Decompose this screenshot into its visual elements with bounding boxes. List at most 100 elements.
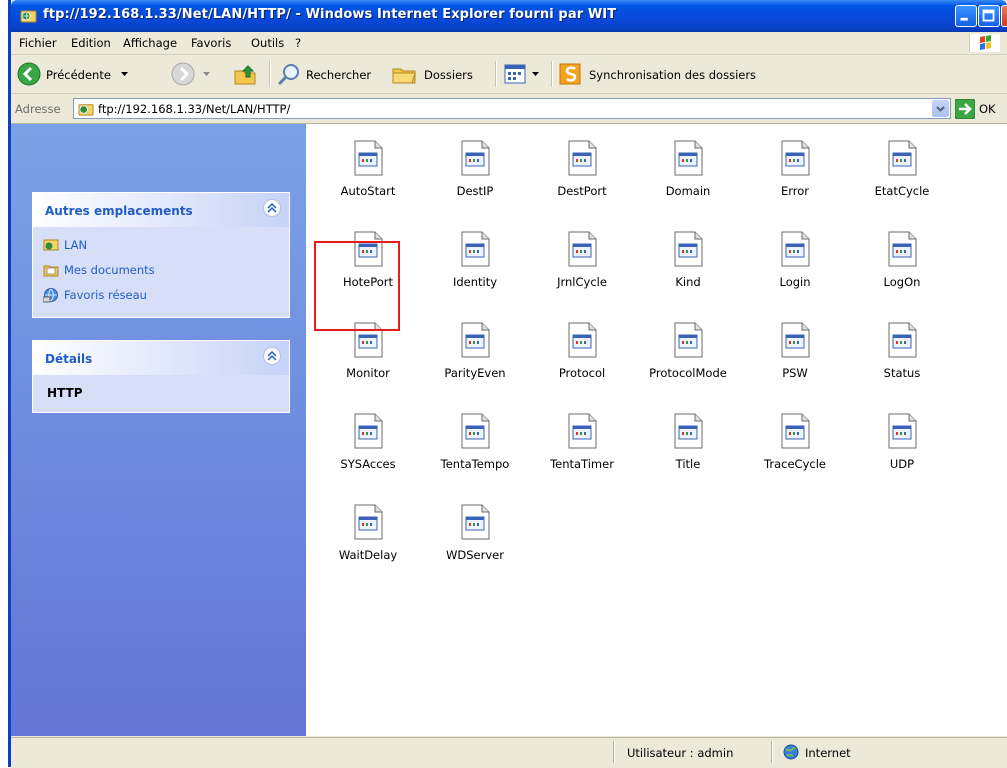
file-item[interactable]: DestPort [527, 140, 637, 222]
file-item[interactable]: JrnlCycle [527, 231, 637, 313]
collapse-button[interactable] [263, 199, 281, 217]
collapse-button[interactable] [263, 347, 281, 365]
internet-zone-icon [783, 744, 799, 760]
file-item[interactable]: Protocol [527, 322, 637, 404]
file-icon [674, 140, 703, 176]
file-item[interactable]: ProtocolMode [633, 322, 743, 404]
file-item[interactable]: TentaTempo [420, 413, 530, 495]
chevron-down-icon[interactable] [532, 72, 539, 76]
menu-outils[interactable]: Outils [251, 36, 284, 50]
panel-header[interactable]: Autres emplacements [33, 193, 289, 227]
file-icon [888, 322, 917, 358]
file-item[interactable]: TraceCycle [740, 413, 850, 495]
file-name: WDServer [446, 548, 504, 562]
file-icon [568, 322, 597, 358]
menu-affichage[interactable]: Affichage [123, 36, 177, 50]
file-icon [781, 413, 810, 449]
file-icon [781, 231, 810, 267]
file-name: SYSAcces [340, 457, 396, 471]
file-item[interactable]: DestIP [420, 140, 530, 222]
file-item[interactable]: Login [740, 231, 850, 313]
views-button[interactable] [503, 60, 543, 88]
toolbar: Précédente Rechercher Dossiers Synchroni… [11, 55, 1007, 94]
menu-favoris[interactable]: Favoris [191, 36, 231, 50]
title-bar[interactable]: ftp://192.168.1.33/Net/LAN/HTTP/ - Windo… [11, 0, 1007, 32]
search-icon [277, 64, 299, 86]
file-item[interactable]: WaitDelay [313, 504, 423, 586]
file-icon [354, 140, 383, 176]
file-item[interactable]: PSW [740, 322, 850, 404]
chevron-down-icon[interactable] [121, 72, 128, 76]
chevron-down-icon[interactable] [203, 72, 210, 76]
folders-button[interactable]: Dossiers [391, 60, 487, 88]
file-name: ProtocolMode [649, 366, 727, 380]
explorer-window: ftp://192.168.1.33/Net/LAN/HTTP/ - Windo… [8, 0, 1007, 768]
file-name: TraceCycle [764, 457, 826, 471]
separator [495, 61, 497, 87]
file-item[interactable]: ParityEven [420, 322, 530, 404]
file-item[interactable]: Title [633, 413, 743, 495]
file-item[interactable]: Domain [633, 140, 743, 222]
file-icon [781, 140, 810, 176]
file-name: Identity [452, 275, 498, 289]
file-icon [354, 413, 383, 449]
forward-button[interactable] [171, 60, 223, 88]
panel-header[interactable]: Détails [33, 341, 289, 375]
file-item[interactable]: WDServer [420, 504, 530, 586]
file-name: Monitor [346, 366, 390, 380]
address-dropdown-button[interactable] [932, 100, 949, 117]
window-title: ftp://192.168.1.33/Net/LAN/HTTP/ - Windo… [43, 7, 617, 22]
address-label: Adresse [15, 102, 61, 116]
file-item[interactable]: LogOn [847, 231, 957, 313]
file-item[interactable]: TentaTimer [527, 413, 637, 495]
file-icon [461, 140, 490, 176]
file-name: WaitDelay [338, 548, 398, 562]
sync-button[interactable]: Synchronisation des dossiers [559, 60, 799, 88]
menu-fichier[interactable]: Fichier [19, 36, 57, 50]
file-name: UDP [889, 457, 915, 471]
file-item[interactable]: UDP [847, 413, 957, 495]
file-icon [461, 504, 490, 540]
file-item[interactable]: SYSAcces [313, 413, 423, 495]
network-folder-icon [43, 239, 59, 251]
file-list[interactable]: AutoStart DestIP DestPort Domain Error EtatCy… [306, 124, 1007, 736]
minimize-button[interactable] [955, 5, 977, 27]
back-button[interactable]: Précédente [17, 60, 157, 88]
file-item[interactable]: Monitor [313, 322, 423, 404]
views-icon [504, 64, 526, 84]
file-name: DestPort [557, 184, 607, 198]
maximize-button[interactable] [978, 5, 1000, 27]
file-item[interactable]: Kind [633, 231, 743, 313]
sync-label: Synchronisation des dossiers [589, 68, 757, 82]
file-icon [888, 140, 917, 176]
file-item[interactable]: EtatCycle [847, 140, 957, 222]
file-name: LogOn [883, 275, 921, 289]
file-item[interactable]: Status [847, 322, 957, 404]
close-button[interactable] [1001, 5, 1007, 27]
go-button[interactable]: OK [955, 99, 1001, 119]
file-icon [888, 231, 917, 267]
file-name: PSW [782, 366, 808, 380]
status-user: Utilisateur : admin [627, 746, 734, 760]
file-name: Kind [675, 275, 701, 289]
ftp-folder-icon [20, 7, 37, 24]
file-name: AutoStart [340, 184, 396, 198]
panel-title: Détails [45, 352, 93, 366]
status-bar: Utilisateur : admin Internet [11, 737, 1007, 768]
menu-edition[interactable]: Edition [71, 36, 111, 50]
back-arrow-icon [17, 62, 41, 86]
file-name: Status [883, 366, 921, 380]
menu-help[interactable]: ? [295, 36, 301, 50]
address-input[interactable]: ftp://192.168.1.33/Net/LAN/HTTP/ [73, 98, 951, 119]
separator [771, 741, 773, 763]
file-item[interactable]: Identity [420, 231, 530, 313]
file-item[interactable]: AutoStart [313, 140, 423, 222]
file-item[interactable]: Error [740, 140, 850, 222]
file-name: Error [780, 184, 810, 198]
up-folder-button[interactable] [229, 60, 263, 88]
search-button[interactable]: Rechercher [277, 60, 385, 88]
details-name: HTTP [47, 386, 83, 400]
file-icon [674, 231, 703, 267]
file-icon [568, 140, 597, 176]
separator [613, 741, 615, 763]
